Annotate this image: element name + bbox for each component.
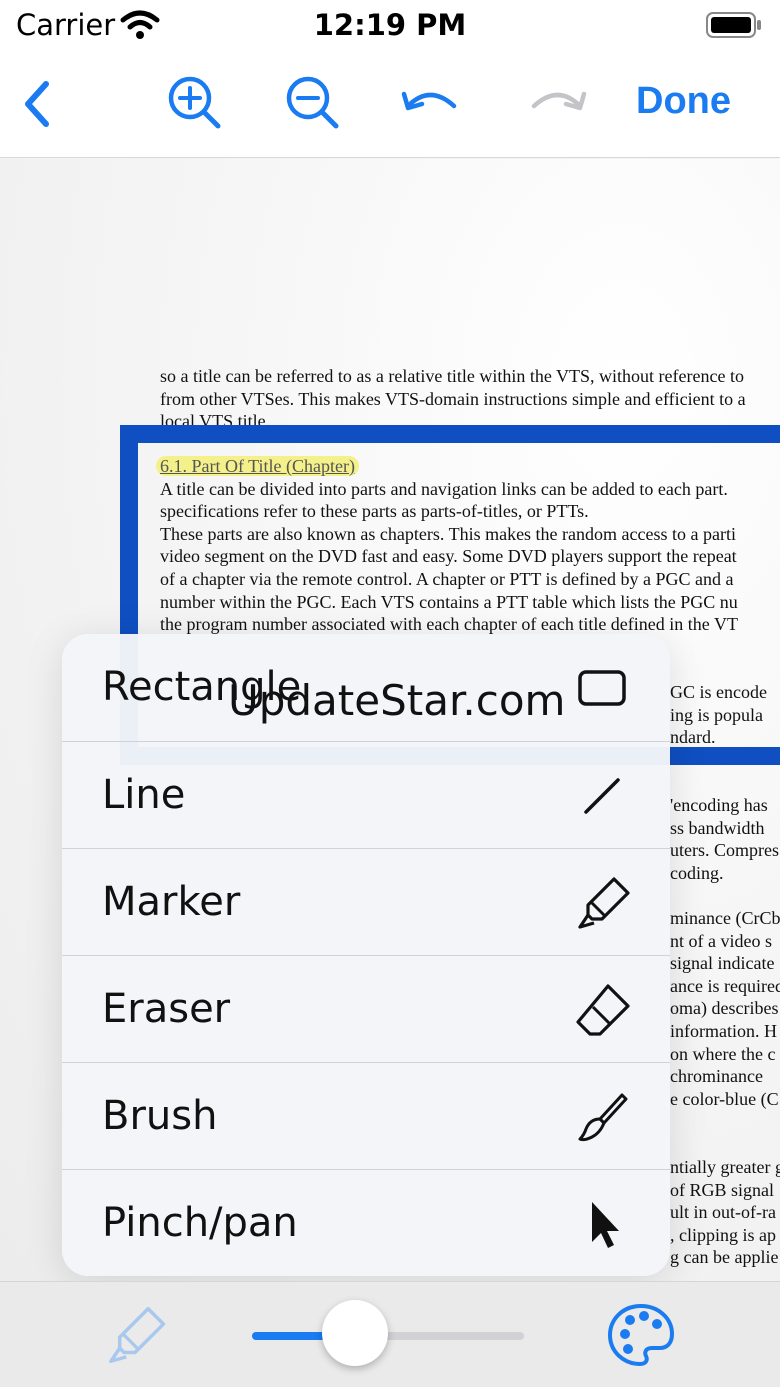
document-line: chrominance bbox=[670, 1066, 763, 1087]
document-line: A title can be divided into parts and na… bbox=[160, 478, 728, 499]
redo-button[interactable] bbox=[528, 74, 588, 134]
document-line: ance is required bbox=[670, 975, 780, 996]
watermark: UpdateStar.com bbox=[228, 676, 566, 725]
document-line: oma) describes bbox=[670, 998, 779, 1019]
document-line: coding. bbox=[670, 862, 724, 883]
clock: 12:19 PM bbox=[313, 8, 467, 42]
menu-item-label: Brush bbox=[102, 1093, 218, 1139]
document-line: e color-blue (C bbox=[670, 1088, 779, 1109]
document-line: on where the c bbox=[670, 1043, 776, 1064]
menu-item-label: Eraser bbox=[102, 986, 231, 1032]
chevron-left-icon bbox=[25, 81, 49, 127]
document-fragment-block: ntially greater g of RGB signal ult in o… bbox=[670, 1156, 780, 1269]
document-line: specifications refer to these parts as p… bbox=[160, 501, 589, 522]
document-line: information. H bbox=[670, 1020, 777, 1041]
document-top-paragraph: so a title can be referred to as a relat… bbox=[160, 365, 746, 433]
document-line: of a chapter via the remote control. A c… bbox=[160, 568, 734, 589]
rectangle-icon bbox=[578, 670, 626, 706]
document-line: minance (CrCb bbox=[670, 908, 780, 928]
zoom-out-button[interactable] bbox=[282, 74, 342, 134]
document-line: of RGB signal bbox=[670, 1179, 775, 1200]
battery-icon bbox=[706, 12, 761, 38]
zoom-in-icon bbox=[168, 76, 221, 129]
document-fragment-block: minance (CrCb nt of a video s signal ind… bbox=[670, 907, 780, 1110]
document-line: nt of a video s bbox=[670, 930, 772, 951]
undo-button[interactable] bbox=[400, 74, 460, 134]
document-line: g can be applie bbox=[670, 1247, 779, 1268]
document-line: ss bandwidth bbox=[670, 817, 765, 838]
marker-icon bbox=[578, 877, 630, 929]
menu-item-label: Line bbox=[102, 772, 186, 818]
document-line: signal indicate bbox=[670, 953, 775, 974]
menu-item-line[interactable]: Line bbox=[62, 742, 670, 849]
menu-item-pinch-pan[interactable]: Pinch/pan bbox=[62, 1170, 670, 1276]
document-line: so a title can be referred to as a relat… bbox=[160, 366, 744, 386]
document-fragment-block: GC is encode ing is popula ndard. bbox=[670, 681, 767, 749]
document-line: GC is encode bbox=[670, 682, 767, 702]
undo-icon bbox=[401, 91, 457, 111]
document-line: , clipping is ap bbox=[670, 1224, 776, 1245]
document-line: number within the PGC. Each VTS contains… bbox=[160, 591, 738, 612]
cursor-arrow-icon bbox=[592, 1202, 619, 1248]
highlighter-button[interactable] bbox=[100, 1300, 170, 1370]
color-palette-button[interactable] bbox=[606, 1302, 676, 1368]
document-line: 'encoding has bbox=[670, 795, 768, 815]
document-line: ing is popula bbox=[670, 704, 763, 725]
document-line: ntially greater g bbox=[670, 1157, 780, 1177]
back-button[interactable] bbox=[8, 74, 68, 134]
document-line: ndard. bbox=[670, 727, 716, 748]
annotation-tool-menu: Rectangle Line Marker Eraser Brush Pinch… bbox=[62, 634, 670, 1276]
document-line: from other VTSes. This makes VTS-domain … bbox=[160, 388, 746, 409]
stroke-width-slider[interactable] bbox=[252, 1332, 524, 1340]
eraser-icon bbox=[576, 984, 630, 1036]
document-line: These parts are also known as chapters. … bbox=[160, 523, 736, 544]
document-line: ult in out-of-ra bbox=[670, 1202, 776, 1223]
document-line: video segment on the DVD fast and easy. … bbox=[160, 546, 737, 567]
redo-icon bbox=[531, 91, 587, 111]
zoom-out-icon bbox=[286, 76, 339, 129]
slider-thumb[interactable] bbox=[322, 1300, 389, 1366]
document-line: the program number associated with each … bbox=[160, 614, 738, 635]
brush-icon bbox=[578, 1093, 628, 1142]
document-chapter-section: 6.1. Part Of Title (Chapter) A title can… bbox=[156, 455, 738, 636]
document-line: uters. Compres bbox=[670, 840, 779, 861]
nav-bar: Done bbox=[0, 52, 780, 158]
menu-item-label: Marker bbox=[102, 879, 241, 925]
menu-item-label: Pinch/pan bbox=[102, 1200, 298, 1246]
menu-item-brush[interactable]: Brush bbox=[62, 1063, 670, 1170]
document-fragment-block: 'encoding has ss bandwidth uters. Compre… bbox=[670, 794, 779, 884]
zoom-in-button[interactable] bbox=[164, 74, 224, 134]
highlighted-heading: 6.1. Part Of Title (Chapter) bbox=[156, 456, 359, 476]
status-bar: Carrier 12:19 PM bbox=[0, 0, 780, 52]
done-button[interactable]: Done bbox=[636, 80, 731, 123]
menu-item-marker[interactable]: Marker bbox=[62, 849, 670, 956]
menu-item-eraser[interactable]: Eraser bbox=[62, 956, 670, 1063]
line-icon bbox=[584, 778, 620, 814]
bottom-toolbar bbox=[0, 1281, 780, 1387]
